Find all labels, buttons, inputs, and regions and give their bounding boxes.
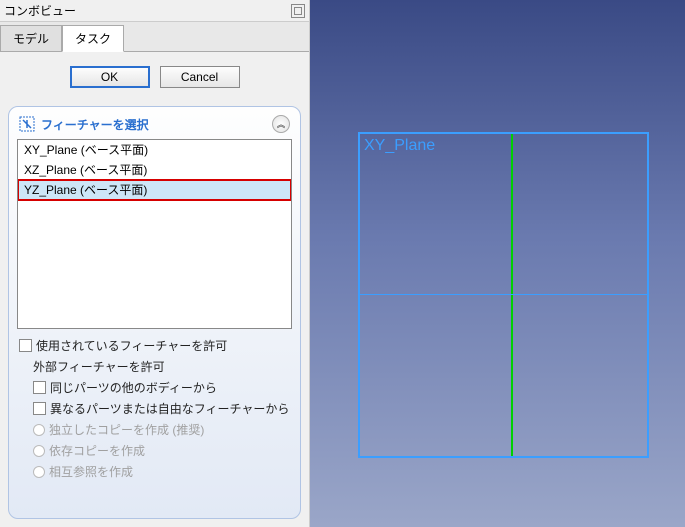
options-group: 使用されているフィーチャーを許可 外部フィーチャーを許可 同じパーツの他のボディ… <box>15 329 294 480</box>
checkbox-icon <box>33 381 46 394</box>
plane-label: XY_Plane <box>364 137 435 155</box>
tab-model[interactable]: モデル <box>0 25 62 51</box>
allow-other-part-label: 異なるパーツまたは自由なフィーチャーから <box>50 400 289 417</box>
allow-other-part-row[interactable]: 異なるパーツまたは自由なフィーチャーから <box>33 400 290 417</box>
radio-icon <box>33 424 45 436</box>
radio-icon <box>33 445 45 457</box>
list-item[interactable]: XZ_Plane (ベース平面) <box>18 160 291 180</box>
select-feature-icon <box>19 116 35 132</box>
combo-view-sidebar: コンボビュー モデル タスク OK Cancel フィーチャーを選択 ︽ XY_… <box>0 0 310 527</box>
list-item[interactable]: YZ_Plane (ベース平面) <box>18 180 291 200</box>
allow-used-label: 使用されているフィーチャーを許可 <box>36 337 227 354</box>
tab-task[interactable]: タスク <box>62 25 124 52</box>
collapse-button[interactable]: ︽ <box>272 115 290 133</box>
radio-icon <box>33 466 45 478</box>
radio-independent-row: 独立したコピーを作成 (推奨) <box>33 421 290 438</box>
ok-button[interactable]: OK <box>70 66 150 88</box>
panel-wrapper: フィーチャーを選択 ︽ XY_Plane (ベース平面) XZ_Plane (ベ… <box>0 102 309 527</box>
radio-dependent-row: 依存コピーを作成 <box>33 442 290 459</box>
allow-external-title: 外部フィーチャーを許可 <box>33 358 165 375</box>
cancel-button[interactable]: Cancel <box>160 66 240 88</box>
checkbox-icon <box>19 339 32 352</box>
list-item[interactable]: XY_Plane (ベース平面) <box>18 140 291 160</box>
radio-independent-label: 独立したコピーを作成 (推奨) <box>49 421 204 438</box>
allow-other-body-label: 同じパーツの他のボディーから <box>50 379 217 396</box>
panel-title: フィーチャーを選択 <box>41 116 149 133</box>
radio-crossref-label: 相互参照を作成 <box>49 463 133 480</box>
tab-bar: モデル タスク <box>0 22 309 52</box>
radio-dependent-label: 依存コピーを作成 <box>49 442 145 459</box>
plane-listbox[interactable]: XY_Plane (ベース平面) XZ_Plane (ベース平面) YZ_Pla… <box>17 139 292 329</box>
plane-grid <box>358 132 649 458</box>
sidebar-title: コンボビュー <box>4 2 76 19</box>
3d-viewport[interactable]: XY_Plane <box>310 0 685 527</box>
radio-crossref-row: 相互参照を作成 <box>33 463 290 480</box>
feature-select-panel: フィーチャーを選択 ︽ XY_Plane (ベース平面) XZ_Plane (ベ… <box>8 106 301 519</box>
axis-horizontal <box>360 294 647 296</box>
panel-header: フィーチャーを選択 ︽ <box>15 113 294 139</box>
allow-other-body-row[interactable]: 同じパーツの他のボディーから <box>33 379 290 396</box>
checkbox-icon <box>33 402 46 415</box>
allow-used-checkbox-row[interactable]: 使用されているフィーチャーを許可 <box>19 337 290 354</box>
sidebar-title-bar: コンボビュー <box>0 0 309 22</box>
undock-icon[interactable] <box>291 4 305 18</box>
allow-external-title-row: 外部フィーチャーを許可 <box>33 358 290 375</box>
dialog-buttons: OK Cancel <box>0 52 309 102</box>
